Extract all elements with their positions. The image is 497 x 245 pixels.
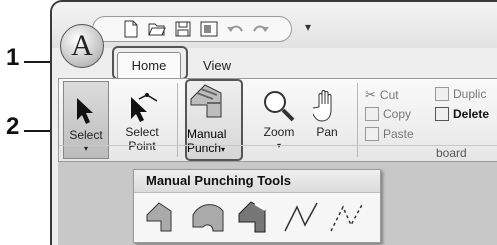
save-icon[interactable]: [173, 19, 193, 39]
manual-punch-icon: [187, 81, 241, 127]
manual-punch-label-2: Punch: [187, 141, 222, 155]
home-tab-highlight: [112, 46, 188, 80]
block-shape-icon[interactable]: [144, 197, 182, 237]
redo-icon[interactable]: [251, 19, 271, 39]
delete-icon: [435, 107, 449, 121]
paste-label: Paste: [383, 127, 414, 141]
select-point-icon: [117, 79, 167, 123]
title-bar: ▾: [52, 2, 497, 48]
application-button[interactable]: A: [60, 24, 104, 68]
paste-icon: [365, 127, 379, 141]
pan-button[interactable]: Pan: [307, 79, 347, 163]
cursor-arrow-icon: [64, 82, 108, 126]
duplicate-label: Duplic: [453, 87, 487, 101]
ribbon-group-divider: [59, 145, 497, 146]
magnifier-icon: [257, 79, 301, 123]
app-button-letter: A: [71, 29, 93, 62]
manual-punching-tools-menu: Manual Punching Tools: [133, 169, 381, 243]
callout-2: 2: [6, 113, 20, 140]
select-point-label-1: Select: [125, 125, 159, 139]
manual-punch-dropdown-icon: ▾: [221, 145, 226, 154]
print-icon[interactable]: [199, 19, 219, 39]
callout-1: 1: [6, 44, 20, 71]
straight-line-icon[interactable]: [282, 197, 320, 237]
select-point-button[interactable]: Select Point: [117, 79, 167, 163]
clipboard-group-label: board: [436, 146, 467, 160]
arc-shape-icon[interactable]: [190, 197, 228, 237]
cut-button[interactable]: ✂ Cut: [365, 87, 399, 103]
tool-row: [134, 193, 380, 237]
quick-access-toolbar: [92, 16, 292, 42]
copy-button[interactable]: Copy: [365, 107, 411, 121]
duplicate-icon: [435, 87, 449, 101]
zoom-label: Zoom: [263, 125, 295, 139]
delete-label: Delete: [453, 107, 490, 121]
pan-label: Pan: [316, 125, 338, 139]
manual-punch-button[interactable]: Manual Punch▾: [185, 79, 243, 161]
select-label: Select: [69, 128, 103, 142]
zoom-button[interactable]: Zoom ▾: [257, 79, 301, 163]
quick-access-dropdown[interactable]: ▾: [305, 20, 311, 34]
hand-icon: [307, 79, 347, 123]
delete-button[interactable]: Delete: [435, 107, 489, 121]
duplicate-button[interactable]: Duplic: [435, 87, 486, 101]
select-point-label-2: Point: [128, 139, 156, 153]
copy-icon: [365, 107, 379, 121]
open-folder-icon[interactable]: [147, 19, 167, 39]
tab-view[interactable]: View: [192, 52, 242, 78]
zoom-dropdown-icon: ▾: [257, 139, 301, 153]
fill-shape-icon[interactable]: [236, 197, 274, 237]
dashed-line-icon[interactable]: [328, 197, 366, 237]
undo-icon[interactable]: [225, 19, 245, 39]
select-button[interactable]: Select ▾: [63, 81, 109, 159]
menu-title: Manual Punching Tools: [134, 170, 380, 193]
cut-label: Cut: [379, 88, 399, 102]
paste-button[interactable]: Paste: [365, 127, 414, 141]
scissors-icon: ✂: [365, 87, 376, 102]
manual-punch-label-1: Manual: [187, 127, 227, 141]
new-file-icon[interactable]: [121, 19, 141, 39]
copy-label: Copy: [383, 107, 412, 121]
ribbon-home: Select ▾ Select Point Manual Punch▾ Zoom: [58, 78, 497, 162]
